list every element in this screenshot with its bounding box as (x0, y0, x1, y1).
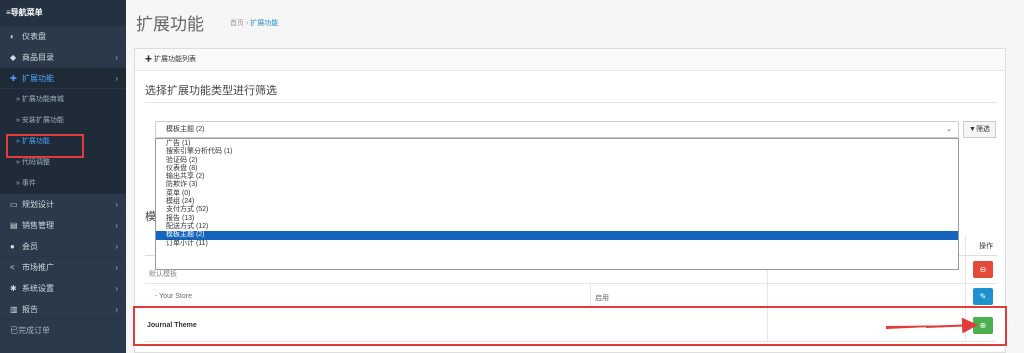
main-content: 扩展功能 首页 › 扩展功能 ✚ 扩展功能列表 选择扩展功能类型进行筛选 模板主… (126, 0, 1024, 353)
sidebar-item[interactable]: ▥ 报告 › (0, 299, 126, 320)
dropdown-option[interactable]: 验证码 (2) (156, 157, 958, 165)
sidebar-item[interactable]: ✚ 扩展功能 › (0, 68, 126, 89)
uninstall-button[interactable]: ⊖ (973, 261, 993, 278)
dropdown-option[interactable]: 支付方式 (52) (156, 206, 958, 214)
panel-heading-label: 扩展功能列表 (153, 56, 196, 63)
cart-icon: ▤ (10, 221, 18, 230)
table-row: - Your Store 启用 ✎ (145, 284, 997, 308)
sidebar-subitem[interactable]: » 安装扩展功能 (0, 110, 126, 131)
divider (145, 102, 997, 103)
dropdown-option[interactable]: 模组 (24) (156, 198, 958, 206)
dropdown-option[interactable]: 模板主题 (2) (156, 231, 958, 240)
sidebar-item[interactable]: ● 会员 › (0, 236, 126, 257)
extension-type-select[interactable]: 模板主题 (2) ⌄ (155, 121, 959, 138)
sidebar-item-label: 系统设置 (22, 284, 54, 293)
sidebar-subitem[interactable]: » 事件 (0, 173, 126, 194)
breadcrumb: 首页 › 扩展功能 (230, 18, 278, 28)
sidebar-item[interactable]: ◆ 商品目录 › (0, 47, 126, 68)
column-divider (590, 284, 591, 308)
select-value: 模板主题 (2) (166, 126, 205, 133)
dropdown-option[interactable]: 输出共享 (2) (156, 173, 958, 181)
tag-icon: ◆ (10, 53, 17, 62)
row-name: - Your Store (155, 293, 192, 300)
puzzle-icon: ✚ (10, 74, 17, 83)
dropdown-option[interactable]: 防欺诈 (3) (156, 181, 958, 189)
bar-chart-icon: ▥ (10, 305, 18, 314)
sidebar-item-label: 市场推广 (22, 263, 54, 272)
chevron-right-icon: › (115, 263, 118, 272)
sidebar-item-label: 扩展功能 (22, 74, 54, 83)
chevron-down-icon: ⌄ (946, 126, 952, 133)
edit-button[interactable]: ✎ (973, 288, 993, 305)
share-icon: < (10, 263, 15, 272)
sidebar-item-label: 商品目录 (22, 53, 54, 62)
sidebar-footer: 已完成订单 (0, 320, 126, 341)
highlight-box-row (133, 306, 1007, 346)
breadcrumb-home[interactable]: 首页 (230, 20, 244, 27)
chevron-right-icon: › (115, 242, 118, 251)
sidebar-item[interactable]: ◐ 仪表盘 (0, 26, 126, 47)
panel-heading: ✚ 扩展功能列表 (135, 49, 1005, 71)
dropdown-option[interactable]: 报告 (13) (156, 215, 958, 223)
sidebar-subitem[interactable]: » 扩展功能商城 (0, 89, 126, 110)
chevron-right-icon: › (115, 284, 118, 293)
user-icon: ● (10, 242, 15, 251)
row-status: 启用 (595, 295, 609, 302)
sidebar-item[interactable]: < 市场推广 › (0, 257, 126, 278)
highlight-box-nav (6, 134, 84, 158)
chevron-right-icon: › (115, 74, 118, 83)
col-operation: 操作 (979, 243, 993, 250)
dropdown-option[interactable]: 广告 (1) (156, 140, 958, 148)
chevron-right-icon: › (115, 221, 118, 230)
sidebar: ≡导航菜单 ◐ 仪表盘 ◆ 商品目录 › ✚ 扩展功能 › » 扩展功能商城» 安装扩展功能 » … (0, 0, 126, 353)
cog-icon: ✱ (10, 284, 17, 293)
sidebar-item[interactable]: ▭ 规划设计 › (0, 194, 126, 215)
sidebar-item-label: 规划设计 (22, 200, 54, 209)
sidebar-item-label: 会员 (22, 242, 38, 251)
sidebar-item-label: 销售管理 (22, 221, 54, 230)
nav-menu-header: ≡导航菜单 (0, 0, 126, 26)
chevron-right-icon: › (115, 53, 118, 62)
dropdown-option[interactable]: 菜单 (0) (156, 190, 958, 198)
filter-button[interactable]: ▼筛选 (963, 121, 996, 138)
dropdown-option[interactable]: 仪表盘 (8) (156, 165, 958, 173)
filter-title: 选择扩展功能类型进行筛选 (145, 85, 277, 97)
sidebar-footer-label: 已完成订单 (10, 326, 50, 335)
sidebar-item[interactable]: ▤ 销售管理 › (0, 215, 126, 236)
sidebar-item[interactable]: ✱ 系统设置 › (0, 278, 126, 299)
minus-circle-icon: ⊖ (979, 265, 987, 274)
breadcrumb-separator: › (245, 20, 249, 27)
dropdown-option[interactable]: 订单小计 (11) (156, 240, 958, 248)
dropdown-option[interactable]: 搜索引擎分析代码 (1) (156, 148, 958, 156)
chevron-right-icon: › (115, 200, 118, 209)
pencil-icon: ✎ (979, 292, 987, 301)
dropdown-option[interactable]: 配送方式 (12) (156, 223, 958, 231)
breadcrumb-current[interactable]: 扩展功能 (250, 20, 278, 27)
dashboard-icon: ◐ (10, 32, 15, 41)
sidebar-item-label: 报告 (22, 305, 38, 314)
row-name: 默认模板 (149, 271, 177, 278)
puzzle-icon: ✚ (145, 56, 152, 63)
page-title: 扩展功能 (136, 15, 204, 34)
sidebar-item-label: 仪表盘 (22, 32, 46, 41)
extension-type-dropdown: 广告 (1) 搜索引擎分析代码 (1) 验证码 (2) 仪表盘 (8) 输出共享 (2)… (155, 138, 959, 270)
monitor-icon: ▭ (10, 200, 18, 209)
chevron-right-icon: › (115, 305, 118, 314)
